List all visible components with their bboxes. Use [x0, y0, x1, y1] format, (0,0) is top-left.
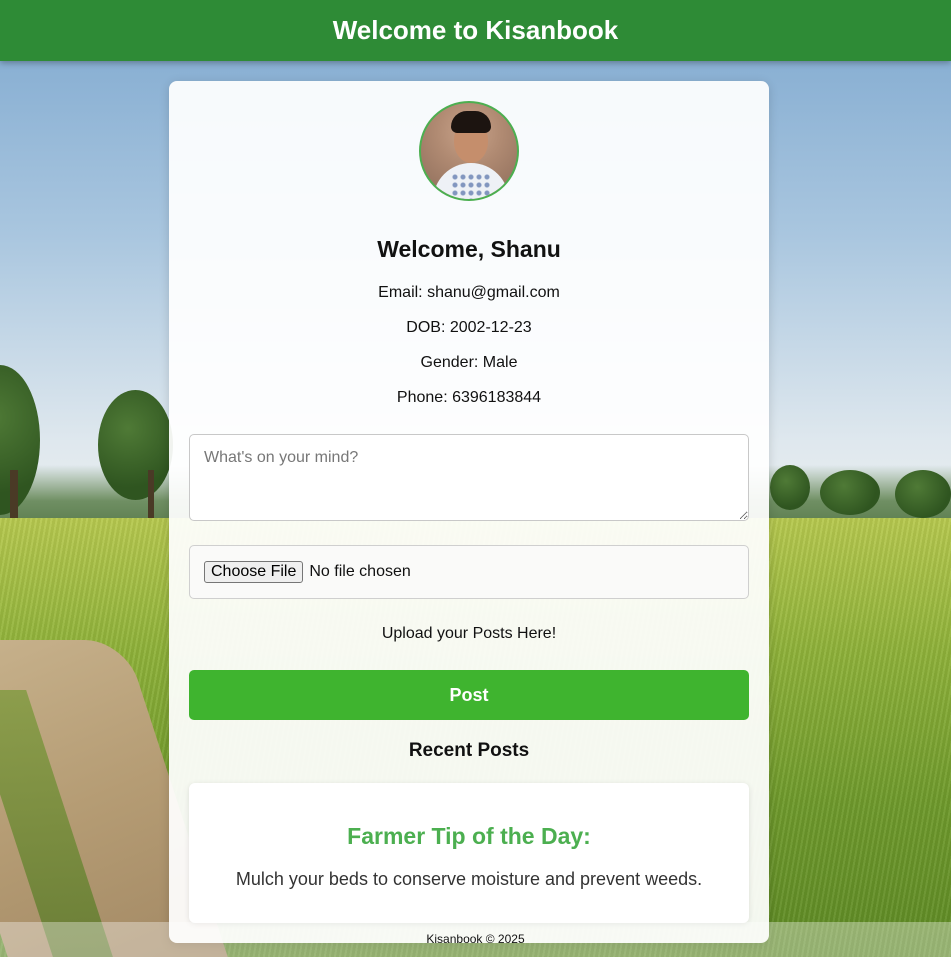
file-input-box: Choose File No file chosen	[189, 545, 749, 599]
tree	[770, 465, 810, 510]
tip-text: Mulch your beds to conserve moisture and…	[235, 869, 703, 889]
tree	[895, 470, 951, 518]
header-title: Welcome to Kisanbook	[332, 15, 619, 45]
dob-text: DOB: 2002-12-23	[406, 319, 532, 336]
recent-posts-heading: Recent Posts	[408, 740, 530, 761]
email-text: Email: shanu@gmail.com	[378, 284, 560, 301]
welcome-heading: Welcome, Shanu	[377, 236, 561, 262]
farmer-tip-card: Farmer Tip of the Day: Mulch your beds t…	[189, 783, 749, 923]
avatar-hair	[451, 111, 491, 133]
tree-trunk	[148, 470, 154, 525]
top-header: Welcome to Kisanbook	[0, 0, 951, 61]
post-textarea[interactable]	[189, 434, 749, 521]
footer: Kisanbook © 2025	[0, 922, 951, 957]
post-button[interactable]: Post	[189, 670, 749, 720]
file-status-text: No file chosen	[309, 563, 411, 580]
tip-title: Farmer Tip of the Day:	[347, 823, 591, 849]
gender-text: Gender: Male	[420, 354, 518, 371]
footer-text: Kisanbook © 2025	[426, 932, 525, 946]
choose-file-button[interactable]: Choose File	[204, 561, 304, 583]
profile-card: Welcome, Shanu Email: shanu@gmail.com DO…	[169, 81, 769, 943]
tree	[98, 390, 173, 500]
avatar-shirt-pattern	[451, 173, 491, 199]
tree-trunk	[10, 470, 18, 520]
upload-caption: Upload your Posts Here!	[381, 625, 557, 642]
phone-text: Phone: 6396183844	[396, 389, 542, 406]
avatar	[419, 101, 519, 201]
tree	[820, 470, 880, 515]
